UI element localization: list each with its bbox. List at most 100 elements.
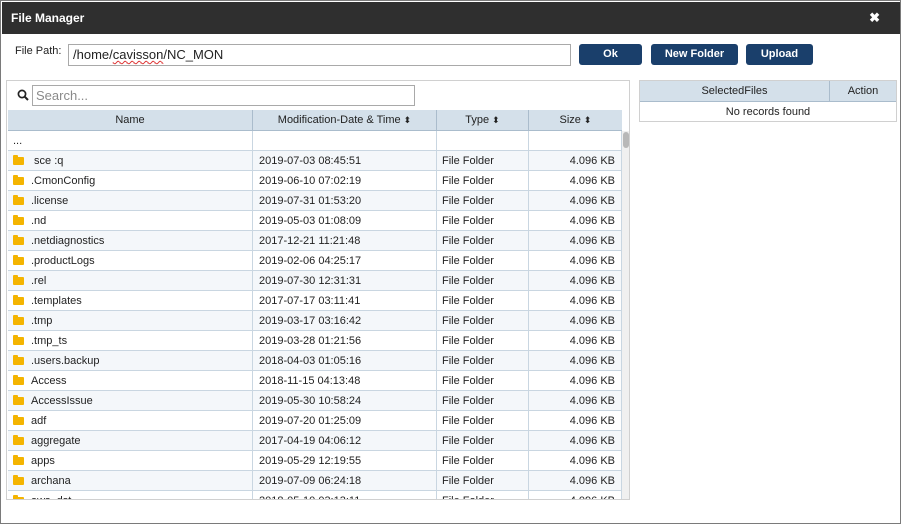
file-name-cell: .users.backup	[8, 351, 253, 371]
table-row[interactable]: apps 2019-05-29 12:19:55 File Folder 4.096 …	[8, 451, 622, 471]
table-row[interactable]: .users.backup 2018-04-03 01:05:16 File Fol…	[8, 351, 622, 371]
table-row[interactable]: AccessIssue 2019-05-30 10:58:24 File Folde…	[8, 391, 622, 411]
file-type-cell: File Folder	[437, 351, 529, 371]
file-name-text: .CmonConfig	[31, 175, 96, 187]
scrollbar-thumb[interactable]	[623, 132, 629, 148]
folder-icon	[13, 475, 24, 485]
folder-icon	[13, 235, 24, 245]
file-size-cell: 4.096 KB	[529, 311, 622, 331]
file-type-cell: File Folder	[437, 231, 529, 251]
close-icon[interactable]: ✖	[869, 10, 880, 26]
file-name-cell: archana	[8, 471, 253, 491]
new-folder-button[interactable]: New Folder	[651, 44, 738, 65]
folder-icon	[13, 335, 24, 345]
file-size-cell: 4.096 KB	[529, 431, 622, 451]
sort-icon: ⬍	[403, 115, 412, 125]
file-size-cell: 4.096 KB	[529, 231, 622, 251]
file-type-cell: File Folder	[437, 451, 529, 471]
file-type-cell: File Folder	[437, 471, 529, 491]
file-size-cell: 4.096 KB	[529, 491, 622, 499]
table-row[interactable]: .nd 2019-05-03 01:08:09 File Folder 4.096 K…	[8, 211, 622, 231]
parent-directory-label: ...	[8, 131, 253, 151]
folder-icon	[13, 375, 24, 385]
search-input[interactable]: Search...	[32, 85, 415, 106]
file-type-cell: File Folder	[437, 391, 529, 411]
file-size-cell: 4.096 KB	[529, 471, 622, 491]
file-name-text: .templates	[31, 295, 82, 307]
file-type-cell: File Folder	[437, 491, 529, 499]
modification-date-cell: 2019-07-20 01:25:09	[253, 411, 437, 431]
modification-date-cell: 2018-04-03 01:05:16	[253, 351, 437, 371]
file-name-text: adf	[31, 415, 47, 427]
selected-files-header: SelectedFiles Action	[640, 81, 896, 102]
file-name-text: .tmp_ts	[31, 335, 68, 347]
modification-date-cell: 2019-05-30 10:58:24	[253, 391, 437, 411]
file-size-cell: 4.096 KB	[529, 271, 622, 291]
table-row[interactable]: Access 2018-11-15 04:13:48 File Folder 4.09…	[8, 371, 622, 391]
modification-date-cell: 2017-12-21 11:21:48	[253, 231, 437, 251]
table-row[interactable]: .tmp 2019-03-17 03:16:42 File Folder 4.096 …	[8, 311, 622, 331]
modification-date-cell: 2018-11-15 04:13:48	[253, 371, 437, 391]
file-path-input[interactable]: /home/cavisson/NC_MON	[68, 44, 571, 66]
file-type-cell: File Folder	[437, 411, 529, 431]
table-row[interactable]: sce :q 2019-07-03 08:45:51 File Folder 4.09…	[8, 151, 622, 171]
table-row[interactable]: .rel 2019-07-30 12:31:31 File Folder 4.096 …	[8, 271, 622, 291]
file-name-cell: AccessIssue	[8, 391, 253, 411]
file-type-cell: File Folder	[437, 371, 529, 391]
table-row[interactable]: .productLogs 2019-02-06 04:25:17 File Fold…	[8, 251, 622, 271]
table-row[interactable]: aggregate 2017-04-19 04:06:12 File Folder 4…	[8, 431, 622, 451]
modification-date-cell: 2019-05-29 12:19:55	[253, 451, 437, 471]
modification-date-cell: 2017-04-19 04:06:12	[253, 431, 437, 451]
column-header-type[interactable]: Type ⬍	[437, 110, 529, 131]
modification-date-cell: 2019-07-03 08:45:51	[253, 151, 437, 171]
file-name-cell: .tmp_ts	[8, 331, 253, 351]
table-row[interactable]: archana 2019-07-09 06:24:18 File Folder 4.0…	[8, 471, 622, 491]
modification-date-cell: 2019-03-28 01:21:56	[253, 331, 437, 351]
folder-icon	[13, 495, 24, 499]
folder-icon	[13, 435, 24, 445]
folder-icon	[13, 175, 24, 185]
file-size-cell: 4.096 KB	[529, 191, 622, 211]
table-row[interactable]: .CmonConfig 2019-06-10 07:02:19 File Folde…	[8, 171, 622, 191]
table-row[interactable]: .templates 2017-07-17 03:11:41 File Folder…	[8, 291, 622, 311]
column-header-size[interactable]: Size ⬍	[529, 110, 622, 131]
file-size-cell: 4.096 KB	[529, 351, 622, 371]
file-type-cell: File Folder	[437, 171, 529, 191]
file-name-cell: aws_dst	[8, 491, 253, 499]
file-name-cell: .CmonConfig	[8, 171, 253, 191]
file-name-text: AccessIssue	[31, 395, 93, 407]
upload-button[interactable]: Upload	[746, 44, 813, 65]
parent-directory-row[interactable]: ...	[8, 131, 622, 151]
table-row[interactable]: adf 2019-07-20 01:25:09 File Folder 4.096 K…	[8, 411, 622, 431]
file-name-text: sce :q	[31, 155, 64, 167]
file-size-cell: 4.096 KB	[529, 391, 622, 411]
file-name-cell: .productLogs	[8, 251, 253, 271]
modification-date-cell: 2017-07-17 03:11:41	[253, 291, 437, 311]
file-size-cell: 4.096 KB	[529, 251, 622, 271]
table-scrollbar[interactable]	[622, 131, 629, 499]
file-path-misspelled-segment: cavisson	[112, 47, 164, 62]
column-header-date[interactable]: Modification-Date & Time ⬍	[253, 110, 437, 131]
file-type-cell: File Folder	[437, 251, 529, 271]
file-type-cell: File Folder	[437, 191, 529, 211]
file-name-text: .nd	[31, 215, 47, 227]
folder-icon	[13, 295, 24, 305]
table-row[interactable]: .license 2019-07-31 01:53:20 File Folder 4.…	[8, 191, 622, 211]
folder-icon	[13, 315, 24, 325]
table-row[interactable]: aws_dst 2018-05-10 03:13:11File Folder4.0…	[8, 491, 622, 499]
file-name-cell: .netdiagnostics	[8, 231, 253, 251]
table-row[interactable]: .tmp_ts 2019-03-28 01:21:56 File Folder 4.0…	[8, 331, 622, 351]
folder-icon	[13, 275, 24, 285]
file-name-cell: .nd	[8, 211, 253, 231]
file-name-text: archana	[31, 475, 71, 487]
file-type-cell: File Folder	[437, 311, 529, 331]
table-row[interactable]: .netdiagnostics 2017-12-21 11:21:48 File F…	[8, 231, 622, 251]
file-name-text: Access	[31, 375, 67, 387]
column-header-name[interactable]: Name	[8, 110, 253, 131]
ok-button[interactable]: Ok	[579, 44, 642, 65]
modification-date-cell: 2019-07-30 12:31:31	[253, 271, 437, 291]
file-size-cell: 4.096 KB	[529, 331, 622, 351]
search-bar: Search...	[7, 81, 629, 109]
file-size-cell: 4.096 KB	[529, 411, 622, 431]
file-table-body: ... sce :q 2019-07-03 08:45:51 File Folder…	[8, 131, 622, 499]
